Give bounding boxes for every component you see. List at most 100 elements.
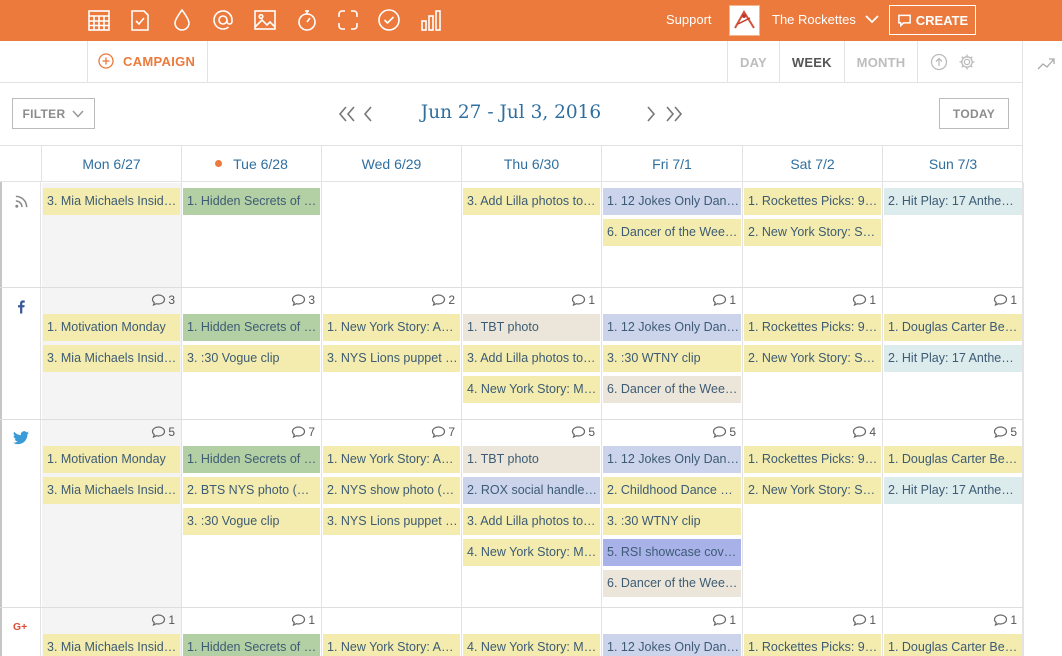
scheduled-post[interactable]: 1. 12 Jokes Only Dan… bbox=[603, 634, 741, 656]
day-header[interactable]: Sun 7/3 bbox=[882, 145, 1023, 182]
calendar-cell[interactable]: 4. New York Story: Mi… bbox=[462, 608, 601, 656]
calendar-cell[interactable]: 1 1. Douglas Carter Bea… bbox=[883, 608, 1023, 656]
comment-count[interactable]: 7 bbox=[291, 425, 315, 439]
at-icon[interactable] bbox=[210, 6, 236, 34]
day-header[interactable]: Thu 6/30 bbox=[461, 145, 601, 182]
scheduled-post[interactable]: 4. New York Story: Mi… bbox=[463, 376, 600, 403]
scheduled-post[interactable]: 1. Rockettes Picks: 9 … bbox=[744, 188, 881, 215]
comment-count[interactable]: 1 bbox=[852, 613, 876, 627]
scheduled-post[interactable]: 3. Add Lilla photos to… bbox=[463, 508, 600, 535]
scheduled-post[interactable]: 6. Dancer of the Wee… bbox=[603, 219, 741, 246]
day-header[interactable]: Tue 6/28 bbox=[181, 145, 321, 182]
calendar-cell[interactable]: 1 1. Rockettes Picks: 9 … 2. New York Stor… bbox=[743, 288, 882, 419]
dashed-square-icon[interactable] bbox=[335, 6, 361, 34]
scheduled-post[interactable]: 1. New York Story: An… bbox=[323, 446, 460, 473]
calendar-cell[interactable]: 3. Mia Michaels Insid… bbox=[42, 183, 181, 287]
calendar-cell[interactable]: 2 1. New York Story: An… 3. NYS Lions pupp… bbox=[322, 288, 461, 419]
scheduled-post[interactable]: 2. Hit Play: 17 Anthem… bbox=[884, 188, 1022, 215]
check-circle-icon[interactable] bbox=[376, 6, 402, 34]
calendar-cell[interactable]: 5 1. TBT photo 2. ROX social handles… 3. Ad… bbox=[462, 420, 601, 607]
scheduled-post[interactable]: 1. Hidden Secrets of … bbox=[183, 634, 320, 656]
scheduled-post[interactable]: 1. Rockettes Picks: 9 … bbox=[744, 634, 881, 656]
calendar-cell[interactable]: 3. Add Lilla photos to… bbox=[462, 183, 601, 287]
comment-count[interactable]: 7 bbox=[431, 425, 455, 439]
calendar-cell[interactable]: 5 1. Motivation Monday 3. Mia Michaels Ins… bbox=[42, 420, 181, 607]
scheduled-post[interactable]: 3. :30 Vogue clip bbox=[183, 345, 320, 372]
scheduled-post[interactable]: 5. RSI showcase cov… bbox=[603, 539, 741, 566]
comment-count[interactable]: 5 bbox=[151, 425, 175, 439]
tab-week[interactable]: WEEK bbox=[778, 41, 844, 83]
scheduled-post[interactable]: 1. Motivation Monday bbox=[43, 446, 180, 473]
calendar-cell[interactable]: 1 3. Mia Michaels Insid… bbox=[42, 608, 181, 656]
gear-icon[interactable] bbox=[958, 53, 976, 71]
scheduled-post[interactable]: 2. Hit Play: 17 Anthem… bbox=[884, 477, 1022, 504]
create-button[interactable]: CREATE bbox=[889, 5, 976, 35]
calendar-cell[interactable]: 1 1. 12 Jokes Only Dan… bbox=[602, 608, 742, 656]
scheduled-post[interactable]: 3. :30 WTNY clip bbox=[603, 345, 741, 372]
scheduled-post[interactable]: 2. BTS NYS photo (R… bbox=[183, 477, 320, 504]
scheduled-post[interactable]: 3. Add Lilla photos to… bbox=[463, 345, 600, 372]
scheduled-post[interactable]: 2. New York Story: Se… bbox=[744, 345, 881, 372]
scheduled-post[interactable]: 3. Mia Michaels Insid… bbox=[43, 634, 180, 656]
comment-count[interactable]: 5 bbox=[571, 425, 595, 439]
scheduled-post[interactable]: 6. Dancer of the Wee… bbox=[603, 570, 741, 597]
calendar-cell[interactable]: 1 1. 12 Jokes Only Dan… 3. :30 WTNY clip 6.… bbox=[602, 288, 742, 419]
scheduled-post[interactable]: 3. NYS Lions puppet … bbox=[323, 508, 460, 535]
image-icon[interactable] bbox=[252, 6, 278, 34]
scheduled-post[interactable]: 1. Hidden Secrets of … bbox=[183, 314, 320, 341]
org-name[interactable]: The Rockettes bbox=[772, 12, 856, 27]
tab-month[interactable]: MONTH bbox=[843, 41, 919, 83]
day-header[interactable]: Sat 7/2 bbox=[742, 145, 882, 182]
comment-count[interactable]: 1 bbox=[852, 293, 876, 307]
calendar-cell[interactable]: 1. 12 Jokes Only Dan… 6. Dancer of the We… bbox=[602, 183, 742, 287]
scheduled-post[interactable]: 3. NYS Lions puppet … bbox=[323, 345, 460, 372]
day-header[interactable]: Wed 6/29 bbox=[321, 145, 461, 182]
checklist-icon[interactable] bbox=[127, 6, 153, 34]
upload-icon[interactable] bbox=[930, 53, 948, 71]
scheduled-post[interactable]: 2. New York Story: Se… bbox=[744, 477, 881, 504]
trending-icon[interactable] bbox=[1037, 57, 1055, 71]
scheduled-post[interactable]: 1. New York Story: An… bbox=[323, 314, 460, 341]
next-month-button[interactable] bbox=[665, 104, 683, 124]
scheduled-post[interactable]: 1. TBT photo bbox=[463, 314, 600, 341]
previous-month-button[interactable] bbox=[338, 104, 356, 124]
scheduled-post[interactable]: 3. Mia Michaels Insid… bbox=[43, 477, 180, 504]
tab-day[interactable]: DAY bbox=[727, 41, 779, 83]
calendar-cell[interactable]: 3 1. Hidden Secrets of … 3. :30 Vogue clip bbox=[182, 288, 321, 419]
comment-count[interactable]: 5 bbox=[712, 425, 736, 439]
drop-icon[interactable] bbox=[169, 6, 195, 34]
scheduled-post[interactable]: 3. Add Lilla photos to… bbox=[463, 188, 600, 215]
scheduled-post[interactable]: 3. :30 WTNY clip bbox=[603, 508, 741, 535]
scheduled-post[interactable]: 1. Rockettes Picks: 9 … bbox=[744, 314, 881, 341]
day-header[interactable]: Fri 7/1 bbox=[601, 145, 742, 182]
scheduled-post[interactable]: 3. Mia Michaels Insid… bbox=[43, 188, 180, 215]
scheduled-post[interactable]: 2. ROX social handles… bbox=[463, 477, 600, 504]
scheduled-post[interactable]: 4. New York Story: Mi… bbox=[463, 634, 600, 656]
comment-count[interactable]: 1 bbox=[291, 613, 315, 627]
scheduled-post[interactable]: 1. New York Story: An… bbox=[323, 634, 460, 656]
calendar-cell[interactable]: 5 1. Douglas Carter Bea… 2. Hit Play: 17 A… bbox=[883, 420, 1023, 607]
comment-count[interactable]: 1 bbox=[712, 613, 736, 627]
scheduled-post[interactable]: 1. Motivation Monday bbox=[43, 314, 180, 341]
campaign-button[interactable]: CAMPAIGN bbox=[98, 53, 195, 69]
day-header[interactable]: Mon 6/27 bbox=[41, 145, 181, 182]
support-link[interactable]: Support bbox=[666, 12, 712, 27]
calendar-cell[interactable]: 4 1. Rockettes Picks: 9 … 2. New York Stor… bbox=[743, 420, 882, 607]
calendar-cell[interactable] bbox=[322, 183, 461, 287]
comment-count[interactable]: 1 bbox=[712, 293, 736, 307]
calendar-cell[interactable]: 1 1. Douglas Carter Bea… 2. Hit Play: 17 A… bbox=[883, 288, 1023, 419]
comment-count[interactable]: 5 bbox=[993, 425, 1017, 439]
bar-chart-icon[interactable] bbox=[418, 6, 444, 34]
scheduled-post[interactable]: 1. Douglas Carter Bea… bbox=[884, 446, 1022, 473]
today-button[interactable]: TODAY bbox=[939, 98, 1009, 129]
scheduled-post[interactable]: 2. Hit Play: 17 Anthem… bbox=[884, 345, 1022, 372]
calendar-cell[interactable]: 1. New York Story: An… bbox=[322, 608, 461, 656]
scheduled-post[interactable]: 6. Dancer of the Wee… bbox=[603, 376, 741, 403]
calendar-cell[interactable]: 1. Hidden Secrets of … bbox=[182, 183, 321, 287]
scheduled-post[interactable]: 1. Douglas Carter Bea… bbox=[884, 634, 1022, 656]
comment-count[interactable]: 2 bbox=[431, 293, 455, 307]
calendar-cell[interactable]: 1 1. TBT photo 3. Add Lilla photos to… 4. N… bbox=[462, 288, 601, 419]
scheduled-post[interactable]: 4. New York Story: Mi… bbox=[463, 539, 600, 566]
scheduled-post[interactable]: 1. 12 Jokes Only Dan… bbox=[603, 188, 741, 215]
comment-count[interactable]: 1 bbox=[151, 613, 175, 627]
